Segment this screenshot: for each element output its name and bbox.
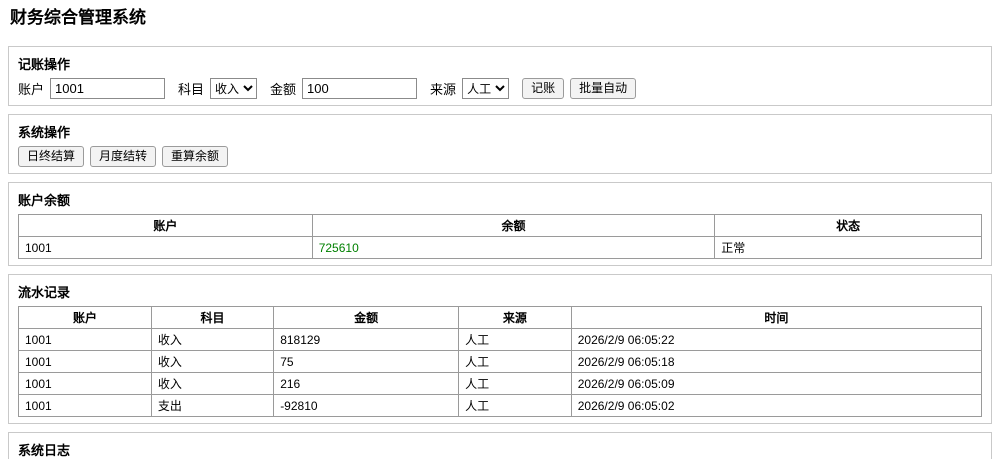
tx-cell-subject: 支出	[150, 394, 275, 418]
transaction-row: 1001 收入 818129 人工 2026/2/9 06:05:22	[18, 328, 983, 352]
tx-cell-time: 2026/2/9 06:05:09	[570, 372, 983, 396]
section-balances: 账户余额 账户 余额 状态 1001 725610 正常	[8, 182, 992, 267]
monthly-carryover-button[interactable]: 月度结转	[90, 146, 157, 168]
balance-table: 账户 余额 状态 1001 725610 正常	[18, 214, 982, 260]
tx-header-amount: 金额	[273, 306, 460, 330]
tx-cell-account: 1001	[18, 394, 152, 418]
tx-cell-time: 2026/2/9 06:05:22	[570, 328, 983, 352]
subject-select[interactable]: 收入	[210, 78, 258, 100]
section-booking-title: 记账操作	[18, 57, 71, 73]
balance-header-balance: 余额	[311, 214, 716, 238]
tx-cell-amount: -92810	[273, 394, 460, 418]
balance-cell-status: 正常	[714, 236, 982, 260]
tx-cell-source: 人工	[458, 394, 572, 418]
source-group: 来源 人工	[430, 78, 510, 100]
balance-table-header-row: 账户 余额 状态	[18, 214, 982, 238]
section-log-title: 系统日志	[18, 443, 71, 459]
balance-header-status: 状态	[714, 214, 982, 238]
section-booking: 记账操作 账户 科目 收入 金额 来源 人工 记账 批量自动	[8, 46, 992, 107]
day-end-settlement-button[interactable]: 日终结算	[18, 146, 85, 168]
amount-label: 金额	[270, 82, 297, 98]
batch-auto-button[interactable]: 批量自动	[570, 78, 637, 100]
tx-cell-subject: 收入	[150, 328, 275, 352]
tx-cell-account: 1001	[18, 372, 152, 396]
transaction-row: 1001 支出 -92810 人工 2026/2/9 06:05:02	[18, 394, 983, 418]
balance-table-row: 1001 725610 正常	[18, 236, 982, 260]
tx-cell-source: 人工	[458, 350, 572, 374]
section-transactions: 流水记录 账户 科目 金额 来源 时间 1001 收入 818129 人工 20…	[8, 274, 992, 425]
transaction-row: 1001 收入 75 人工 2026/2/9 06:05:18	[18, 350, 983, 374]
tx-header-source: 来源	[458, 306, 572, 330]
amount-group: 金额	[270, 78, 418, 100]
tx-cell-amount: 75	[273, 350, 460, 374]
account-group: 账户	[18, 78, 166, 100]
source-label: 来源	[430, 82, 457, 98]
transaction-row: 1001 收入 216 人工 2026/2/9 06:05:09	[18, 372, 983, 396]
account-input[interactable]	[50, 78, 166, 100]
tx-cell-source: 人工	[458, 328, 572, 352]
page-title: 财务综合管理系统	[10, 8, 146, 27]
section-system-ops-title: 系统操作	[18, 125, 71, 141]
balance-cell-account: 1001	[18, 236, 313, 260]
transactions-table: 账户 科目 金额 来源 时间 1001 收入 818129 人工 2026/2/…	[18, 306, 983, 418]
recalc-balance-button[interactable]: 重算余额	[162, 146, 229, 168]
tx-cell-source: 人工	[458, 372, 572, 396]
tx-cell-amount: 818129	[273, 328, 460, 352]
tx-cell-amount: 216	[273, 372, 460, 396]
booking-buttons: 记账 批量自动	[522, 78, 637, 100]
system-ops-button-row: 日终结算 月度结转 重算余额	[18, 146, 982, 168]
tx-cell-account: 1001	[18, 328, 152, 352]
balance-cell-value: 725610	[311, 236, 716, 260]
tx-header-subject: 科目	[150, 306, 275, 330]
record-button[interactable]: 记账	[522, 78, 565, 100]
account-label: 账户	[18, 82, 45, 98]
transactions-header-row: 账户 科目 金额 来源 时间	[18, 306, 983, 330]
tx-cell-time: 2026/2/9 06:05:02	[570, 394, 983, 418]
tx-cell-time: 2026/2/9 06:05:18	[570, 350, 983, 374]
section-system-ops: 系统操作 日终结算 月度结转 重算余额	[8, 114, 992, 175]
section-balances-title: 账户余额	[18, 193, 71, 209]
section-transactions-title: 流水记录	[18, 285, 71, 301]
subject-label: 科目	[178, 82, 205, 98]
booking-form-row: 账户 科目 收入 金额 来源 人工 记账 批量自动	[18, 78, 982, 100]
tx-cell-subject: 收入	[150, 372, 275, 396]
balance-header-account: 账户	[18, 214, 313, 238]
tx-cell-account: 1001	[18, 350, 152, 374]
amount-input[interactable]	[302, 78, 418, 100]
tx-cell-subject: 收入	[150, 350, 275, 374]
tx-header-account: 账户	[18, 306, 152, 330]
source-select[interactable]: 人工	[462, 78, 510, 100]
subject-group: 科目 收入	[178, 78, 258, 100]
tx-header-time: 时间	[570, 306, 983, 330]
section-log: 系统日志	[8, 432, 992, 459]
